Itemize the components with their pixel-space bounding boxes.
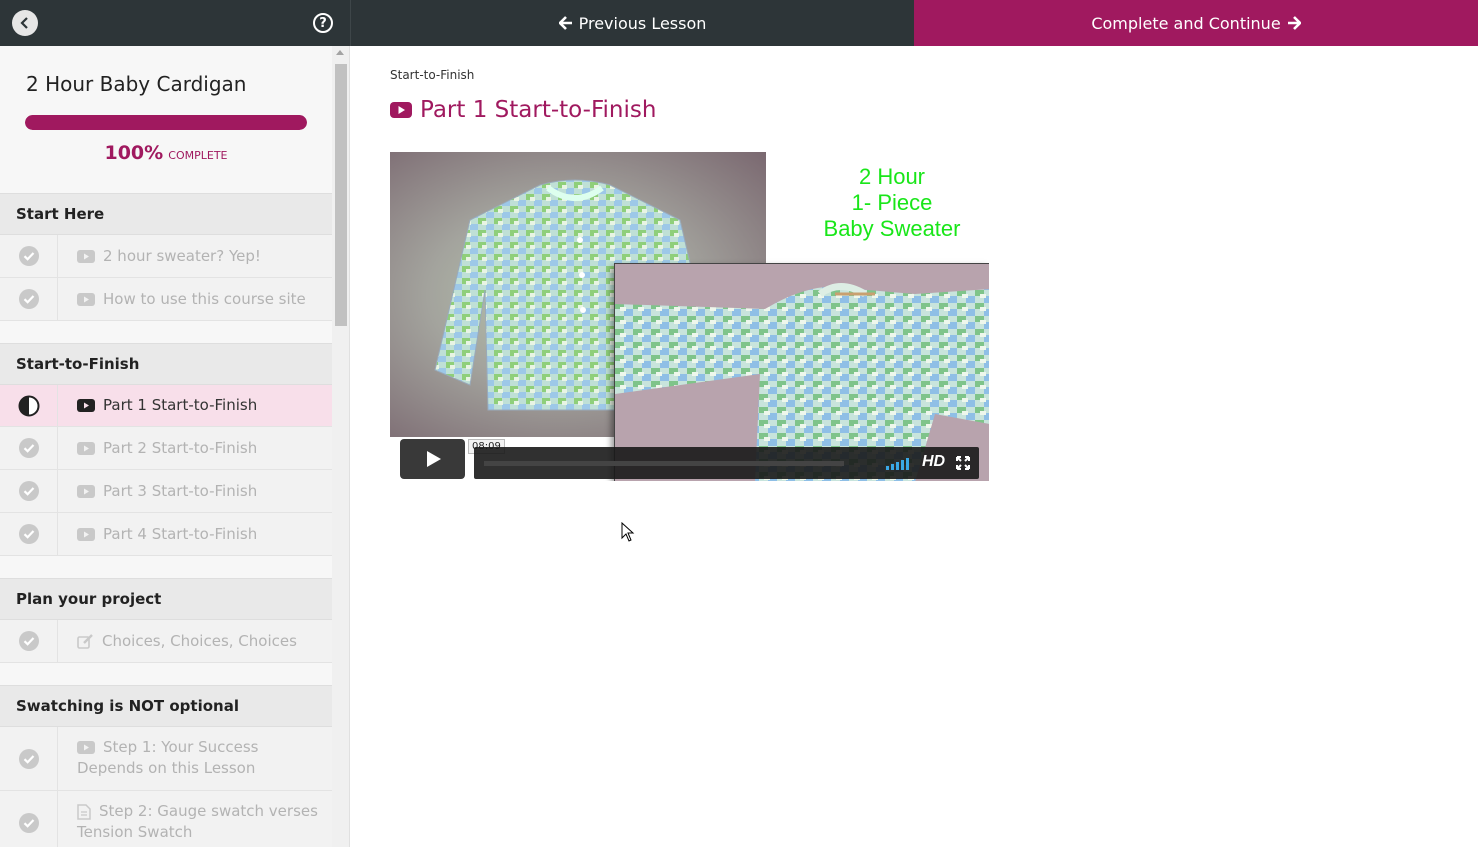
breadcrumb: Start-to-Finish (390, 68, 475, 82)
youtube-play-icon (77, 528, 95, 541)
half-circle-icon (18, 395, 39, 416)
overlay-line-3: Baby Sweater (823, 216, 961, 241)
lesson-item-active[interactable]: Part 1 Start-to-Finish (0, 385, 332, 427)
lesson-label-text: How to use this course site (103, 290, 306, 308)
video-controls: HD (474, 447, 979, 479)
check-circle-icon (18, 631, 39, 651)
lesson-title: Part 4 Start-to-Finish (77, 524, 324, 545)
youtube-play-icon (77, 293, 95, 306)
lesson-item[interactable]: Part 2 Start-to-Finish (0, 427, 332, 470)
lesson-status (0, 620, 58, 662)
section-header-start-here: Start Here (0, 193, 332, 235)
section-header-start-to-finish: Start-to-Finish (0, 343, 332, 385)
youtube-play-icon (77, 442, 95, 455)
youtube-play-icon (77, 399, 95, 412)
lesson-status (0, 470, 58, 512)
edit-icon (77, 634, 93, 649)
complete-and-continue-button[interactable]: Complete and Continue (914, 0, 1478, 46)
video-player[interactable]: 2 Hour 1- Piece Baby Sweater 08:09 (390, 152, 989, 481)
video-overlay-text: 2 Hour 1- Piece Baby Sweater (822, 164, 962, 242)
video-scrubber[interactable] (484, 461, 844, 466)
lesson-status (0, 791, 58, 847)
top-bar: ? Previous Lesson Complete and Continue (0, 0, 1478, 46)
check-circle-icon (18, 524, 39, 544)
check-circle-icon (18, 438, 39, 458)
course-progress-fill (25, 115, 307, 130)
arrow-left-icon (558, 16, 572, 30)
lesson-title-text: Part 1 Start-to-Finish (420, 97, 657, 123)
lesson-item[interactable]: Part 4 Start-to-Finish (0, 513, 332, 556)
section-header-swatching: Swatching is NOT optional (0, 685, 332, 727)
course-sidebar: 2 Hour Baby Cardigan 100% COMPLETE Start… (0, 46, 350, 847)
lesson-title: Step 2: Gauge swatch verses Tension Swat… (77, 801, 324, 843)
youtube-play-icon (77, 485, 95, 498)
back-button[interactable] (12, 10, 38, 36)
lesson-title: Part 3 Start-to-Finish (77, 481, 324, 502)
volume-icon[interactable] (886, 456, 909, 470)
lesson-status (0, 427, 58, 469)
lesson-label-text: Part 1 Start-to-Finish (103, 396, 258, 414)
arrow-right-icon (1287, 16, 1301, 30)
youtube-play-icon (77, 250, 95, 263)
overlay-line-1: 2 Hour (858, 164, 926, 189)
lesson-status (0, 235, 58, 277)
overlay-line-2: 1- Piece (851, 190, 933, 215)
lesson-label-text: Step 1: Your Success Depends on this Les… (77, 738, 259, 777)
lesson-title: Step 1: Your Success Depends on this Les… (77, 737, 324, 779)
lesson-status (0, 278, 58, 320)
lesson-label-text: Part 2 Start-to-Finish (103, 439, 258, 457)
lesson-status (0, 513, 58, 555)
lesson-item[interactable]: Choices, Choices, Choices (0, 620, 332, 663)
lesson-status (0, 385, 58, 426)
check-circle-icon (18, 748, 39, 769)
check-circle-icon (18, 812, 39, 833)
check-circle-icon (18, 246, 39, 266)
section-header-plan-your-project: Plan your project (0, 578, 332, 620)
previous-lesson-button[interactable]: Previous Lesson (350, 0, 914, 46)
lesson-label-text: Step 2: Gauge swatch verses Tension Swat… (77, 802, 318, 841)
hd-toggle[interactable]: HD (922, 453, 945, 471)
lesson-item[interactable]: Step 1: Your Success Depends on this Les… (0, 727, 332, 791)
fullscreen-icon[interactable] (956, 456, 970, 470)
play-icon (426, 451, 441, 467)
play-button[interactable] (400, 439, 465, 479)
lesson-item[interactable]: Step 2: Gauge swatch verses Tension Swat… (0, 791, 332, 847)
course-progress-bar (25, 115, 307, 130)
progress-complete-word: COMPLETE (168, 149, 228, 162)
youtube-play-icon (390, 102, 412, 118)
lesson-status (0, 727, 58, 790)
lesson-title: Choices, Choices, Choices (77, 631, 324, 652)
chevron-left-icon (20, 17, 28, 29)
lesson-label-text: Part 4 Start-to-Finish (103, 525, 258, 543)
lesson-title: Part 2 Start-to-Finish (77, 438, 324, 459)
question-circle-icon: ? (319, 15, 327, 31)
lesson-item[interactable]: 2 hour sweater? Yep! (0, 235, 332, 278)
progress-percent: 100% (104, 142, 164, 164)
progress-text: 100% COMPLETE (0, 142, 332, 164)
lesson-title: How to use this course site (77, 289, 324, 310)
lesson-label-text: Part 3 Start-to-Finish (103, 482, 258, 500)
youtube-play-icon (77, 741, 95, 754)
lesson-label-text: 2 hour sweater? Yep! (103, 247, 261, 265)
course-title: 2 Hour Baby Cardigan (26, 72, 247, 96)
mouse-cursor-icon (621, 522, 635, 542)
previous-lesson-label: Previous Lesson (578, 13, 707, 33)
lesson-title: Part 1 Start-to-Finish (77, 395, 324, 416)
document-icon (77, 803, 91, 820)
lesson-title: 2 hour sweater? Yep! (77, 246, 324, 267)
lesson-item[interactable]: How to use this course site (0, 278, 332, 321)
topbar-left-panel: ? (0, 0, 350, 46)
help-button[interactable]: ? (313, 13, 333, 33)
lesson-label-text: Choices, Choices, Choices (102, 632, 297, 650)
page-title: Part 1 Start-to-Finish (390, 97, 656, 123)
lesson-item[interactable]: Part 3 Start-to-Finish (0, 470, 332, 513)
scroll-up-arrow[interactable] (336, 50, 344, 55)
complete-and-continue-label: Complete and Continue (1091, 13, 1281, 33)
check-circle-icon (18, 289, 39, 309)
check-circle-icon (18, 481, 39, 501)
sidebar-scrollbar-thumb[interactable] (335, 64, 347, 326)
